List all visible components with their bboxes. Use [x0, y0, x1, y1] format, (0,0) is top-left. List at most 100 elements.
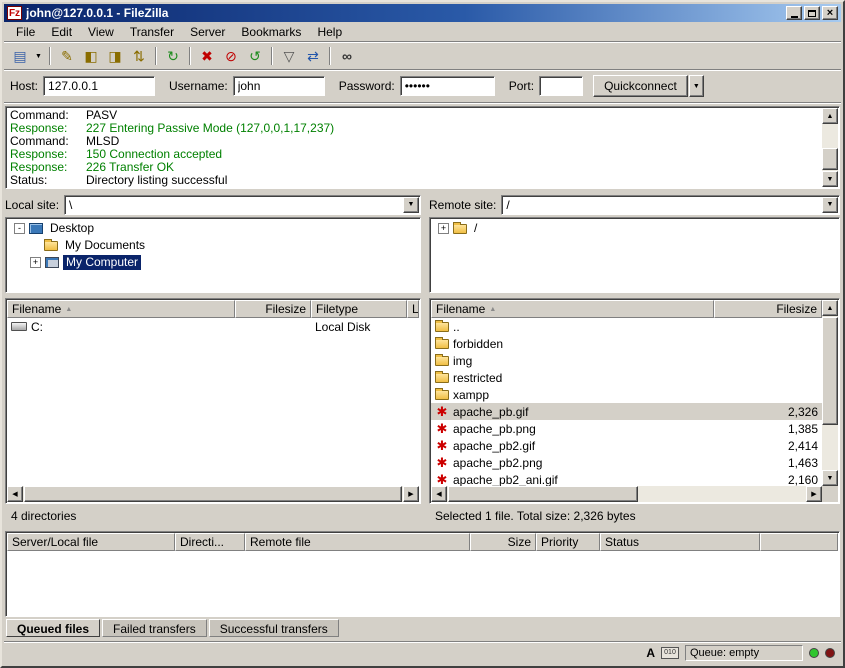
- column-header-filetype[interactable]: Filetype: [311, 300, 407, 318]
- expand-icon[interactable]: +: [30, 257, 41, 268]
- site-manager-dropdown[interactable]: ▼: [32, 45, 45, 67]
- local-site-combo[interactable]: \ ▼: [64, 195, 421, 215]
- file-row[interactable]: img: [431, 352, 822, 369]
- tree-item-my-documents[interactable]: My Documents: [8, 237, 418, 254]
- tab-successful-transfers[interactable]: Successful transfers: [209, 619, 339, 637]
- file-row[interactable]: ..: [431, 318, 822, 335]
- scroll-down-icon[interactable]: ▼: [822, 171, 838, 187]
- column-header-filename[interactable]: Filename▲: [431, 300, 714, 318]
- site-manager-button[interactable]: ▤: [8, 45, 32, 67]
- file-row-selected[interactable]: ✱apache_pb.gif 2,326: [431, 403, 822, 420]
- toggle-remote-tree-button[interactable]: ◨: [103, 45, 127, 67]
- reconnect-button[interactable]: ↺: [243, 45, 267, 67]
- tab-failed-transfers[interactable]: Failed transfers: [102, 619, 207, 637]
- scroll-thumb[interactable]: [448, 486, 638, 502]
- toolbar-separator: [189, 47, 191, 65]
- file-row[interactable]: xampp: [431, 386, 822, 403]
- cancel-button[interactable]: ✖: [195, 45, 219, 67]
- quickconnect-dropdown[interactable]: ▼: [689, 75, 704, 97]
- binary-type-icon: 010: [661, 647, 679, 659]
- remote-site-combo[interactable]: / ▼: [501, 195, 840, 215]
- scroll-right-icon[interactable]: ▶: [806, 486, 822, 502]
- file-row[interactable]: ✱apache_pb2.gif 2,414: [431, 437, 822, 454]
- local-list-rows: C: Local Disk: [7, 318, 419, 486]
- file-row[interactable]: ✱apache_pb2_ani.gif 2,160: [431, 471, 822, 486]
- chevron-down-icon[interactable]: ▼: [403, 197, 419, 213]
- menu-server[interactable]: Server: [182, 22, 233, 42]
- close-button[interactable]: ×: [822, 6, 838, 20]
- column-header-status[interactable]: Status: [600, 533, 760, 551]
- remote-tree: + /: [429, 217, 840, 293]
- host-input[interactable]: [43, 76, 155, 96]
- expand-icon[interactable]: +: [438, 223, 449, 234]
- toggle-queue-button[interactable]: ⇅: [127, 45, 151, 67]
- menu-bookmarks[interactable]: Bookmarks: [233, 22, 309, 42]
- chevron-down-icon[interactable]: ▼: [822, 197, 838, 213]
- scroll-left-icon[interactable]: ◀: [7, 486, 23, 502]
- collapse-icon[interactable]: -: [14, 223, 25, 234]
- scroll-thumb[interactable]: [822, 317, 838, 425]
- menu-file[interactable]: File: [8, 22, 43, 42]
- username-label: Username:: [169, 79, 228, 93]
- remote-list-hscrollbar[interactable]: ◀ ▶: [431, 486, 822, 502]
- column-header-remote-file[interactable]: Remote file: [245, 533, 470, 551]
- folder-icon: [435, 322, 449, 332]
- remote-list-vscrollbar[interactable]: ▲ ▼: [822, 300, 838, 486]
- minimize-button[interactable]: [786, 6, 802, 20]
- column-header-filesize[interactable]: Filesize: [714, 300, 822, 318]
- column-header-filename[interactable]: Filename▲: [7, 300, 235, 318]
- toggle-message-log-button[interactable]: ✎: [55, 45, 79, 67]
- port-label: Port:: [509, 79, 534, 93]
- menu-transfer[interactable]: Transfer: [122, 22, 182, 42]
- scroll-up-icon[interactable]: ▲: [822, 300, 838, 316]
- column-header-direction[interactable]: Directi...: [175, 533, 245, 551]
- transfer-queue: Server/Local file Directi... Remote file…: [5, 531, 840, 617]
- scroll-thumb[interactable]: [822, 148, 838, 170]
- disconnect-button[interactable]: ⊘: [219, 45, 243, 67]
- port-input[interactable]: [539, 76, 583, 96]
- open-folder-icon: [453, 224, 467, 234]
- file-row[interactable]: ✱apache_pb.png 1,385: [431, 420, 822, 437]
- username-input[interactable]: [233, 76, 325, 96]
- compare-button[interactable]: ⇄: [301, 45, 325, 67]
- find-files-button[interactable]: ∞: [335, 45, 359, 67]
- tree-item-desktop[interactable]: - Desktop: [8, 220, 418, 237]
- password-input[interactable]: [400, 76, 495, 96]
- menu-edit[interactable]: Edit: [43, 22, 80, 42]
- file-row[interactable]: restricted: [431, 369, 822, 386]
- remote-site-value: /: [506, 198, 819, 213]
- column-header-priority[interactable]: Priority: [536, 533, 600, 551]
- column-header-filesize[interactable]: Filesize: [235, 300, 311, 318]
- scroll-right-icon[interactable]: ▶: [403, 486, 419, 502]
- local-list-hscrollbar[interactable]: ◀ ▶: [7, 486, 419, 502]
- maximize-button[interactable]: [804, 6, 820, 20]
- host-label: Host:: [10, 79, 38, 93]
- column-header-size[interactable]: Size: [470, 533, 536, 551]
- filezilla-logo-icon: Fz: [7, 6, 22, 20]
- computer-icon: [45, 257, 59, 268]
- file-row[interactable]: ✱apache_pb2.png 1,463: [431, 454, 822, 471]
- file-row-c-drive[interactable]: C: Local Disk: [7, 318, 419, 335]
- tree-item-my-computer[interactable]: + My Computer: [8, 254, 418, 271]
- scroll-thumb[interactable]: [24, 486, 402, 502]
- desktop-icon: [29, 223, 43, 234]
- tree-item-root[interactable]: + /: [432, 220, 837, 237]
- menu-help[interactable]: Help: [309, 22, 350, 42]
- menu-view[interactable]: View: [80, 22, 122, 42]
- folder-icon: [435, 373, 449, 383]
- scroll-down-icon[interactable]: ▼: [822, 470, 838, 486]
- local-file-list: Filename▲ Filesize Filetype L C: Local D…: [5, 298, 421, 504]
- file-row[interactable]: forbidden: [431, 335, 822, 352]
- queue-body[interactable]: [7, 551, 838, 615]
- log-scrollbar[interactable]: ▲ ▼: [822, 108, 838, 187]
- scroll-left-icon[interactable]: ◀: [431, 486, 447, 502]
- scroll-up-icon[interactable]: ▲: [822, 108, 838, 124]
- column-header-server-local-file[interactable]: Server/Local file: [7, 533, 175, 551]
- column-header-truncated[interactable]: L: [407, 300, 419, 318]
- remote-list-status: Selected 1 file. Total size: 2,326 bytes: [429, 506, 840, 525]
- quickconnect-button[interactable]: Quickconnect: [593, 75, 688, 97]
- toggle-local-tree-button[interactable]: ◧: [79, 45, 103, 67]
- refresh-button[interactable]: ↻: [161, 45, 185, 67]
- filter-button[interactable]: ▽: [277, 45, 301, 67]
- tab-queued-files[interactable]: Queued files: [6, 619, 100, 637]
